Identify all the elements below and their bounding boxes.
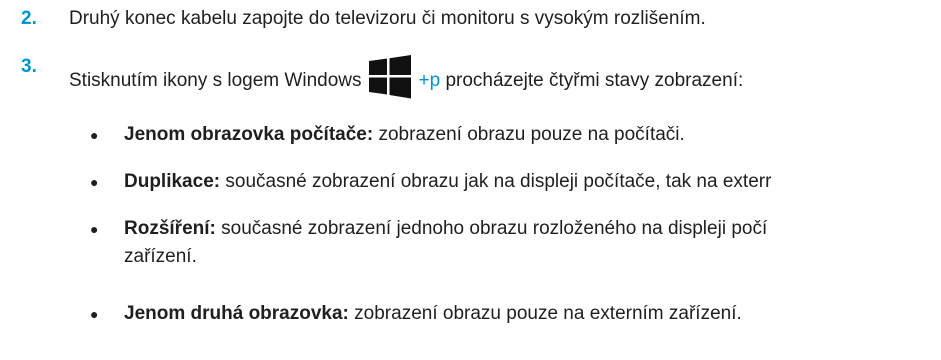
windows-logo-icon <box>366 55 413 99</box>
bullet-term: Jenom obrazovka počítače: <box>124 124 374 145</box>
bullet-description: zobrazení obrazu pouze na externím zaříz… <box>348 303 742 324</box>
key-p: p <box>429 70 441 91</box>
bullet-icon: ● <box>90 306 99 322</box>
bullet-text: Jenom obrazovka počítače: zobrazení obra… <box>124 123 685 147</box>
step-text-after: procházejte čtyřmi stavy zobrazení: <box>440 70 744 91</box>
bullet-term: Jenom druhá obrazovka: <box>124 303 349 324</box>
manual-page: 2. Druhý konec kabelu zapojte do televiz… <box>0 0 941 360</box>
bullet-icon: ● <box>90 221 99 237</box>
bullet-text: Rozšíření: současné zobrazení jednoho ob… <box>124 217 767 241</box>
bullet-continuation: zařízení. <box>124 246 197 267</box>
bullet-term: Rozšíření: <box>124 218 216 239</box>
bullet-description: zobrazení obrazu pouze na počítači. <box>373 124 685 145</box>
step-text: Stisknutím ikony s logem Windows +p proch… <box>69 55 743 99</box>
step-text: Druhý konec kabelu zapojte do televizoru… <box>69 8 706 29</box>
bullet-icon: ● <box>90 127 99 143</box>
step-text-before: Stisknutím ikony s logem Windows <box>69 70 362 91</box>
bullet-term: Duplikace: <box>124 171 221 192</box>
bullet-description: současné zobrazení obrazu jak na displej… <box>220 171 772 192</box>
step-number: 3. <box>21 56 37 77</box>
bullet-description: současné zobrazení jednoho obrazu rozlož… <box>215 218 768 239</box>
bullet-icon: ● <box>90 174 99 190</box>
bullet-text: Duplikace: současné zobrazení obrazu jak… <box>124 170 771 194</box>
step-number: 2. <box>21 8 37 29</box>
bullet-text: Jenom druhá obrazovka: zobrazení obrazu … <box>124 302 742 326</box>
plus-sign: + <box>418 70 430 91</box>
